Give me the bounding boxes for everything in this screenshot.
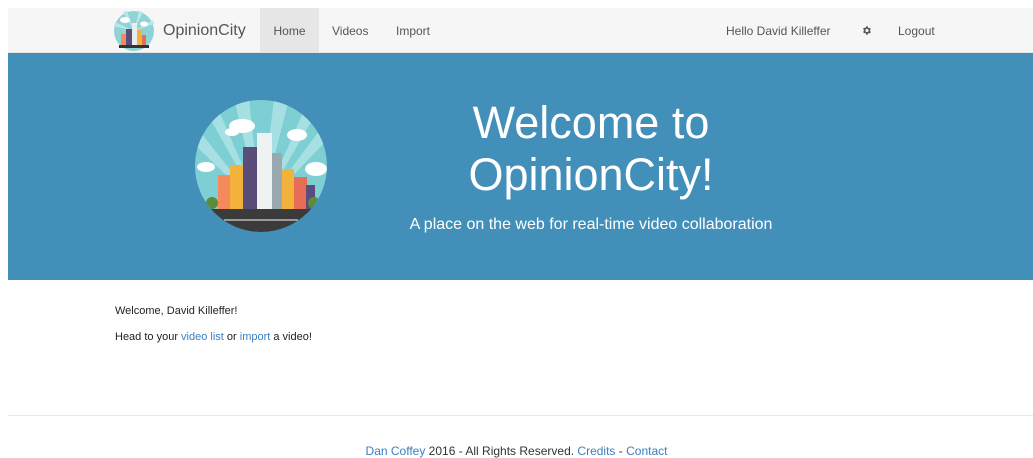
opinioncity-logo-icon	[114, 11, 154, 51]
nav-videos[interactable]: Videos	[332, 8, 368, 52]
hero-title-line1: Welcome to	[472, 97, 710, 148]
user-greeting-link[interactable]: Hello David Killeffer	[726, 8, 831, 52]
contact-link[interactable]: Contact	[626, 444, 667, 458]
footer-divider	[8, 415, 1033, 416]
footer: Dan Coffey 2016 - All Rights Reserved. C…	[0, 444, 1033, 458]
video-list-link[interactable]: video list	[181, 331, 224, 343]
brand-link[interactable]: OpinionCity	[113, 11, 246, 51]
credits-link[interactable]: Credits	[577, 444, 615, 458]
navbar: OpinionCity Home Videos Import Hello Dav…	[8, 8, 1033, 53]
nav-import[interactable]: Import	[396, 8, 430, 52]
import-link[interactable]: import	[240, 331, 271, 343]
instructions-prefix: Head to your	[115, 331, 182, 343]
author-link[interactable]: Dan Coffey	[366, 444, 426, 458]
footer-separator: -	[615, 444, 627, 458]
main-content: Welcome, David Killeffer! Head to your v…	[115, 303, 915, 345]
settings-button[interactable]	[859, 8, 873, 52]
instructions-suffix: a video!	[270, 331, 312, 343]
instructions-text: Head to your video list or import a vide…	[115, 329, 915, 345]
hero-subtitle: A place on the web for real-time video c…	[409, 216, 773, 233]
instructions-or: or	[223, 331, 240, 343]
hero-title-line2: OpinionCity!	[468, 149, 714, 200]
brand-name: OpinionCity	[163, 22, 246, 39]
hero-banner: Welcome to OpinionCity! A place on the w…	[8, 53, 1033, 280]
welcome-message: Welcome, David Killeffer!	[115, 305, 238, 317]
hero-title: Welcome to OpinionCity!	[396, 97, 786, 201]
gear-icon	[862, 26, 871, 35]
nav-home[interactable]: Home	[260, 8, 319, 52]
footer-copyright: 2016 - All Rights Reserved.	[425, 444, 578, 458]
logout-link[interactable]: Logout	[898, 8, 935, 52]
city-logo-illustration	[195, 100, 327, 232]
